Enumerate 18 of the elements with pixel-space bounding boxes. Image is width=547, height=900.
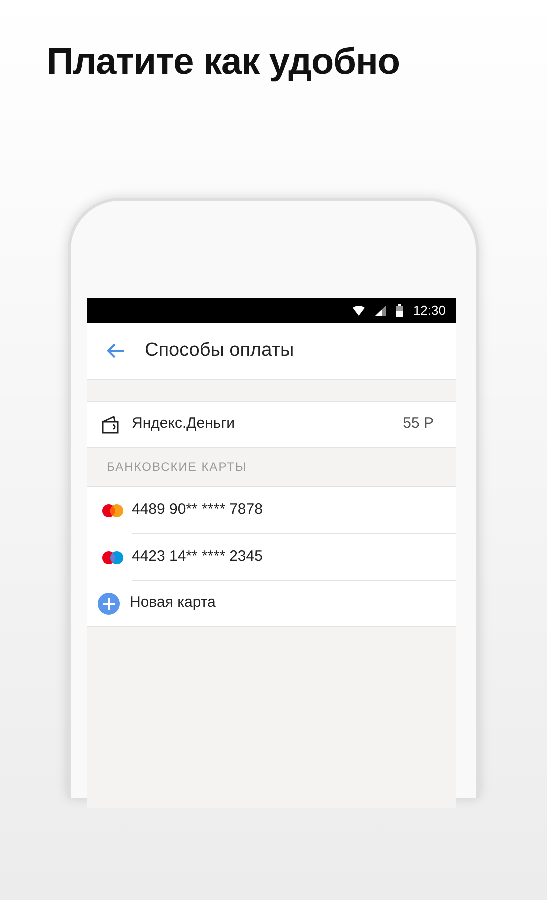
- card-number[interactable]: 4423 14** **** 2345: [132, 546, 263, 568]
- card-number[interactable]: 4489 90** **** 7878: [132, 498, 263, 522]
- card-logo-icon: [102, 504, 124, 518]
- wallet-balance: 55 Р: [403, 414, 434, 434]
- status-time: 12:30: [413, 302, 446, 320]
- section-header: БАНКОВСКИЕ КАРТЫ: [107, 459, 248, 476]
- plus-icon: [98, 592, 120, 614]
- wallet-icon: [102, 416, 120, 434]
- signal-icon: [375, 306, 386, 316]
- wallet-name: Яндекс.Деньги: [132, 414, 236, 434]
- toolbar-title: Способы оплаты: [145, 338, 294, 363]
- wallet-row[interactable]: Яндекс.Деньги 55 Р: [87, 401, 456, 448]
- headline: Платите как удобно: [47, 40, 401, 84]
- new-card-button[interactable]: Новая карта: [87, 581, 456, 626]
- back-arrow-icon: [107, 343, 125, 359]
- card-logo-icon: [102, 550, 124, 564]
- battery-icon: [396, 304, 404, 317]
- wifi-icon: [353, 306, 366, 316]
